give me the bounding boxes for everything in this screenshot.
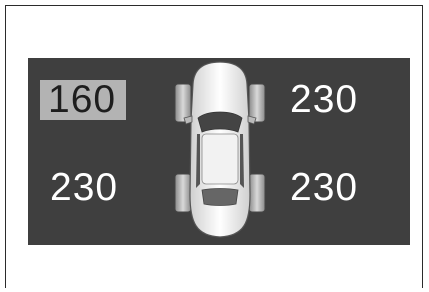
rear-right-pressure: 230 [290, 166, 359, 209]
rear-left-pressure: 230 [50, 166, 119, 209]
car-rear-window [201, 188, 239, 206]
front-right-pressure: 230 [290, 78, 359, 121]
tire-pressure-panel: 160 230 230 230 [28, 58, 410, 245]
car-windshield [197, 111, 243, 133]
tire-front-right [248, 83, 266, 123]
front-left-pressure: 160 [40, 80, 127, 120]
car-top-view-icon [174, 61, 266, 238]
tire-rear-right [248, 173, 266, 213]
car-roof [201, 133, 239, 185]
tire-front-left [174, 83, 192, 123]
tire-rear-left [174, 173, 192, 213]
